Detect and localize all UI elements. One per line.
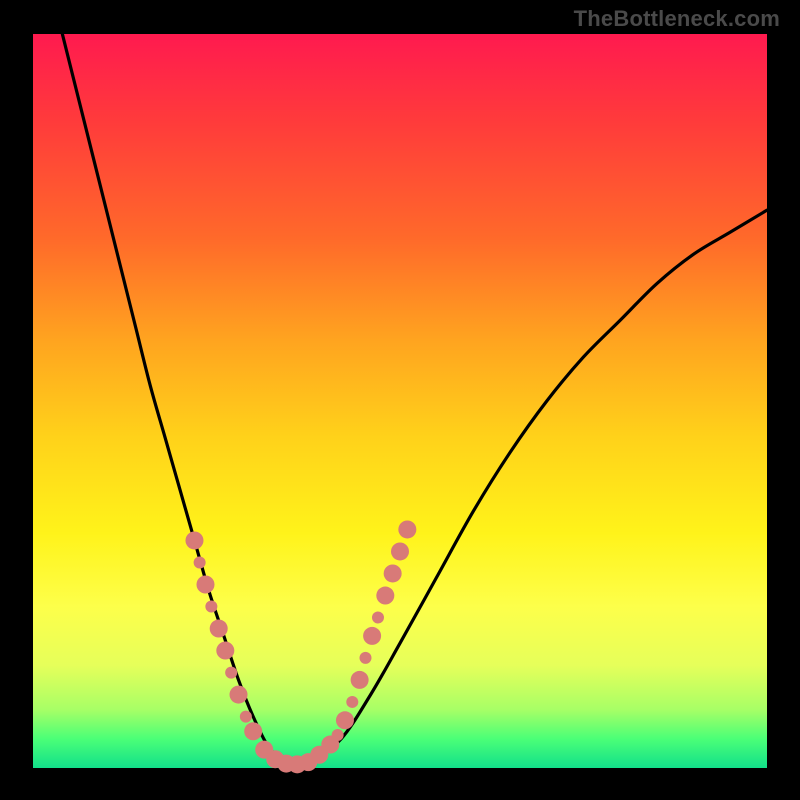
marker-point xyxy=(372,612,384,624)
chart-svg xyxy=(33,34,767,768)
marker-point xyxy=(205,601,217,613)
marker-point xyxy=(376,587,394,605)
marker-point xyxy=(210,620,228,638)
marker-point xyxy=(384,564,402,582)
chart-frame: TheBottleneck.com xyxy=(0,0,800,800)
marker-point xyxy=(230,686,248,704)
marker-point xyxy=(351,671,369,689)
marker-point xyxy=(240,711,252,723)
marker-point xyxy=(360,652,372,664)
marker-point xyxy=(398,520,416,538)
marker-point xyxy=(363,627,381,645)
marker-point xyxy=(216,642,234,660)
marker-point xyxy=(194,556,206,568)
marker-point xyxy=(244,722,262,740)
sample-markers xyxy=(185,520,416,773)
marker-point xyxy=(336,711,354,729)
marker-point xyxy=(185,531,203,549)
marker-point xyxy=(225,667,237,679)
marker-point xyxy=(346,696,358,708)
bottleneck-curve xyxy=(62,34,767,764)
marker-point xyxy=(332,729,344,741)
marker-point xyxy=(196,576,214,594)
marker-point xyxy=(391,542,409,560)
watermark-label: TheBottleneck.com xyxy=(574,6,780,32)
